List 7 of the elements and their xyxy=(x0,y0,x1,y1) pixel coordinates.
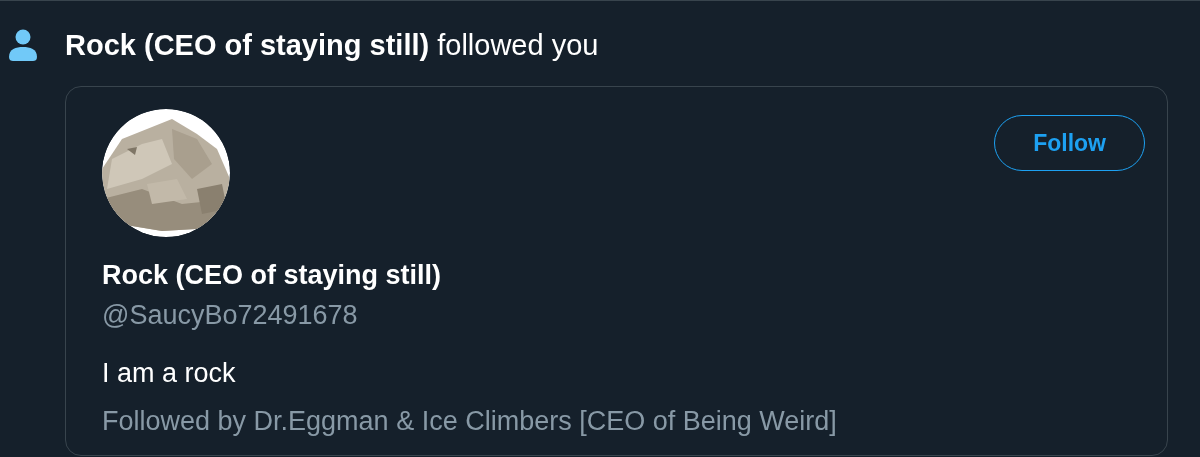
follow-notification: Rock (CEO of staying still) followed you xyxy=(65,28,600,63)
profile-bio: I am a rock xyxy=(102,357,237,390)
person-icon xyxy=(8,29,38,61)
profile-card[interactable]: Follow Rock (CEO of staying still) @SaucyBo72491678 I am a rock Followed by Dr.Eggman & Ice Climbers [CEO of Being Weird] xyxy=(65,86,1168,456)
profile-handle: @SaucyBo72491678 xyxy=(102,299,359,332)
profile-name: Rock (CEO of staying still) xyxy=(102,259,443,292)
followed-by-text: Followed by Dr.Eggman & Ice Climbers [CEO of Being Weird] xyxy=(102,405,838,438)
